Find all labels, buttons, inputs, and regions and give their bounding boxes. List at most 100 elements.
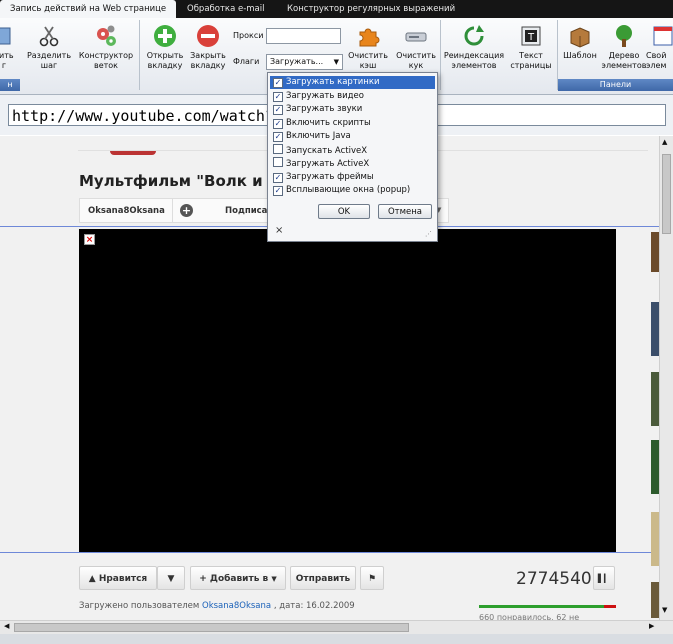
element-tree-label: Дерево элементов [601,51,647,70]
selection-guide-line [0,552,659,553]
flag-option[interactable]: Запускать ActiveX [270,143,435,157]
reindex-button[interactable]: Реиндексация элементов [443,24,505,71]
like-count-text: 660 понравилось, 62 не [479,613,580,620]
related-thumbnail[interactable] [651,440,659,494]
text-document-icon: T [521,26,541,46]
vertical-scrollbar[interactable]: ▲ ▼ [659,136,673,620]
puzzle-icon [359,28,380,47]
properties-label: Свой элем [646,51,667,70]
stats-button[interactable]: ▌▎ [593,566,615,590]
flags-dropdown-value: Загружать... [270,57,324,66]
dislike-button[interactable]: ▼ [157,566,185,590]
close-icon[interactable]: × [275,225,283,236]
scroll-thumb[interactable] [14,623,409,632]
clear-cache-button[interactable]: Очистить кэш [344,24,392,71]
flag-option[interactable]: ✓ Включить Java [270,130,435,143]
subscribe-button[interactable]: Подписат [225,206,272,216]
checkbox[interactable]: ✓ [273,118,283,129]
broken-image-icon: × [84,234,95,245]
related-thumbnail[interactable] [651,512,659,566]
plus-icon: + [199,574,207,584]
flag-icon: ⚑ [367,574,377,584]
flag-option[interactable]: ✓ Загружать звуки [270,103,435,116]
channel-name[interactable]: Oksana8Oksana [88,206,165,216]
scroll-thumb[interactable] [662,154,671,234]
plus-icon[interactable]: + [180,204,193,217]
add-to-button[interactable]: + Добавить в ▼ [190,566,286,590]
upload-info: Загружено пользователем Oksana8Oksana , … [79,601,355,611]
proxy-input[interactable] [266,28,341,44]
ribbon-separator [139,20,140,90]
gears-icon [97,25,116,46]
flag-option-label: Загружать картинки [286,77,380,87]
add-step-icon [0,27,11,45]
branch-builder-label: Конструктор веток [78,51,134,70]
tab-email-processing[interactable]: Обработка e-mail [187,0,264,18]
clear-cookies-button[interactable]: Очистить кук [392,24,440,71]
add-to-label: Добавить в [209,574,269,584]
scroll-down-icon[interactable]: ▼ [662,606,667,614]
checkbox[interactable]: ✓ [273,91,283,102]
element-tree-button[interactable]: Дерево элементов [600,24,648,71]
resize-grip-icon[interactable]: ⋰ [425,230,432,238]
checkbox[interactable]: ✓ [273,186,283,196]
flag-option-label: Загружать фреймы [286,171,374,182]
view-count: 2774540 [516,569,592,589]
close-tab-button[interactable]: Закрыть вкладку [184,24,232,71]
flag-button[interactable]: ⚑ [360,566,384,590]
flag-option-label: Загружать ActiveX [286,159,370,169]
scroll-left-icon[interactable]: ◀ [4,622,9,630]
flag-option[interactable]: ✓ Загружать фреймы [270,171,435,184]
checkbox[interactable]: ✓ [273,132,283,142]
related-thumbnail[interactable] [651,372,659,426]
template-button[interactable]: Шаблон [558,24,602,61]
flag-option[interactable]: ✓ Загружать картинки [270,76,435,89]
flag-option[interactable]: ✓ Загружать видео [270,90,435,103]
flags-popup: ✓ Загружать картинки ✓ Загружать видео ✓ Загр… [267,72,438,242]
chevron-down-icon: ▼ [333,58,339,66]
flag-option-label: Загружать звуки [286,104,363,114]
share-button[interactable]: Отправить [290,566,356,590]
related-thumbnail[interactable] [651,582,659,618]
properties-button[interactable]: Свой элем [646,24,673,71]
tab-regex-builder[interactable]: Конструктор регулярных выражений [287,0,455,18]
thumbs-down-icon: ▼ [167,574,175,584]
drive-icon [405,32,427,42]
upload-date: , дата: 16.02.2009 [273,601,355,611]
add-step-button[interactable]: вить г [0,24,28,71]
scroll-right-icon[interactable]: ▶ [649,622,654,630]
related-thumbnail[interactable] [651,302,659,356]
related-thumbnail[interactable] [651,232,659,272]
flag-option[interactable]: ✓ Включить скрипты [270,117,435,130]
flag-option[interactable]: Загружать ActiveX [270,157,435,170]
checkbox[interactable]: ✓ [273,172,283,183]
properties-icon [653,26,673,46]
like-label: Нравится [98,574,148,584]
checkbox[interactable]: ✓ [273,78,283,88]
branch-builder-button[interactable]: Конструктор веток [78,24,134,71]
page-text-button[interactable]: T Текст страницы [507,24,555,71]
page-text-label: Текст страницы [510,51,552,70]
scissors-icon [39,26,59,47]
flag-option[interactable]: ✓ Всплывающие окна (popup) [270,184,435,197]
uploader-link[interactable]: Oksana8Oksana [202,601,271,611]
checkbox[interactable]: ✓ [273,105,283,115]
chevron-down-icon: ▼ [271,575,277,583]
minus-circle-icon [197,25,219,47]
like-button[interactable]: ▲ Нравится [79,566,157,590]
tab-web-recording[interactable]: Запись действий на Web странице [0,0,177,18]
divider [172,199,173,222]
template-label: Шаблон [563,51,597,60]
flags-label: Флаги [233,57,260,66]
scroll-up-icon[interactable]: ▲ [662,138,667,146]
checkbox[interactable] [273,157,283,167]
open-tab-button[interactable]: Открыть вкладку [141,24,189,71]
checkbox[interactable] [273,143,283,154]
flags-dropdown[interactable]: Загружать... ▼ [266,54,343,70]
ok-button[interactable]: OK [318,204,370,219]
cancel-button[interactable]: Отмена [378,204,432,219]
flag-option-label: Запускать ActiveX [286,145,368,156]
horizontal-scrollbar[interactable]: ◀ ▶ [0,620,673,634]
video-player[interactable] [79,229,616,552]
split-step-button[interactable]: Разделить шаг [25,24,73,71]
